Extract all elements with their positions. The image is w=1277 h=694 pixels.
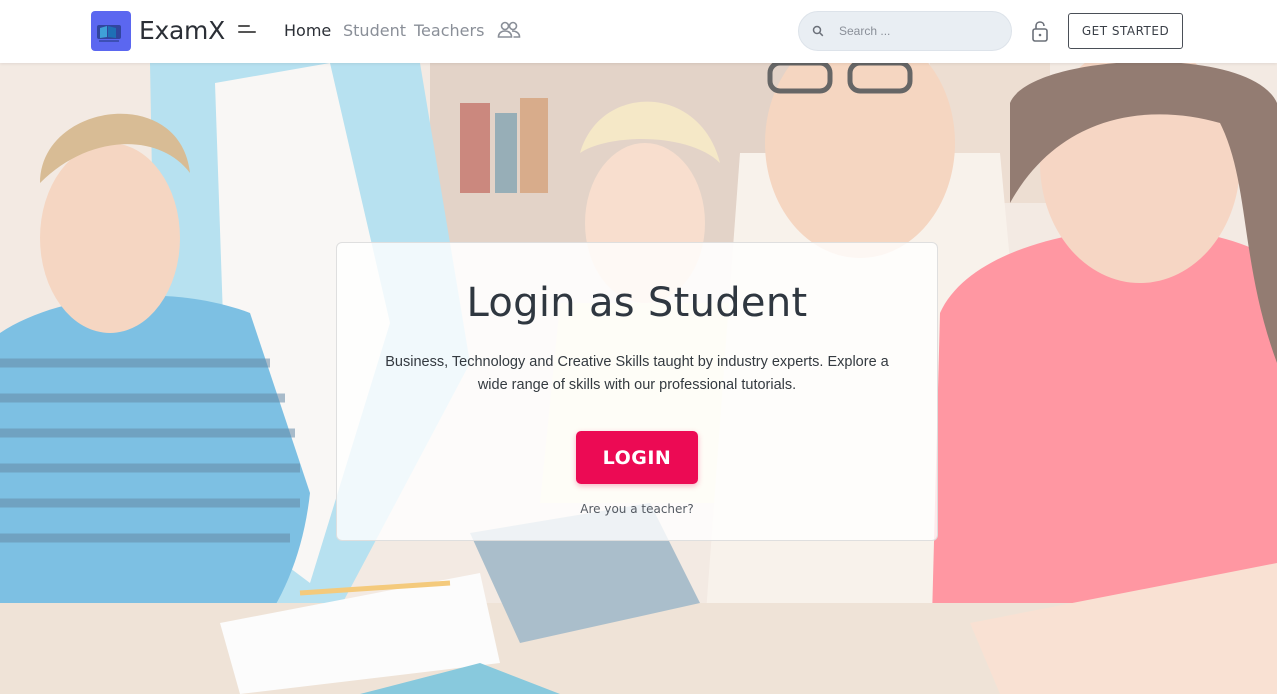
search-bar [798, 11, 1012, 51]
search-input[interactable] [839, 24, 999, 38]
lock-icon[interactable] [1030, 20, 1050, 42]
search-icon [812, 25, 824, 37]
examx-logo-icon[interactable] [91, 11, 131, 51]
login-button[interactable]: LOGIN [576, 431, 698, 484]
people-icon[interactable] [497, 20, 521, 40]
teacher-login-link[interactable]: Are you a teacher? [337, 502, 937, 516]
top-navbar: ExamX Home Student Teachers GET STARTED [0, 0, 1277, 63]
get-started-button[interactable]: GET STARTED [1068, 13, 1183, 49]
page-title: Login as Student [466, 280, 808, 326]
nav-link-teachers[interactable]: Teachers [414, 21, 484, 40]
menu-icon[interactable] [238, 25, 258, 37]
nav-link-home[interactable]: Home [284, 21, 331, 40]
hero-section: Login as Student Business, Technology an… [0, 63, 1277, 694]
login-card: Login as Student Business, Technology an… [336, 242, 938, 541]
nav-link-student[interactable]: Student [343, 21, 406, 40]
brand-name[interactable]: ExamX [139, 16, 225, 45]
card-description: Business, Technology and Creative Skills… [385, 354, 889, 393]
